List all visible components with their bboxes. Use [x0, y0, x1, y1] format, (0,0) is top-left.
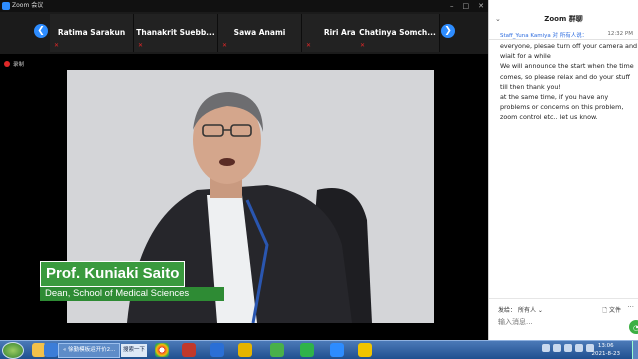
- network-icon[interactable]: [575, 344, 583, 352]
- recipient-select[interactable]: 所有人 ⌄: [518, 307, 543, 314]
- clock-date: 2021-8-23: [591, 351, 620, 357]
- speaker-title: Dean, School of Medical Sciences: [40, 287, 224, 301]
- zoom-titlebar: Zoom 会议 – □ ✕: [0, 0, 488, 12]
- chat-time: 12:32 PM: [607, 31, 633, 37]
- chat-sender: Staff_Yuna Kamiya 对 所有人说：: [500, 33, 588, 39]
- file-icon: 🗋: [602, 307, 608, 314]
- screen: Zoom 会议 – □ ✕ ❮ Ratima Sarakun ✕ Thanakr…: [0, 0, 638, 359]
- chat-message-meta: Staff_Yuna Kamiya 对 所有人说： 12:32 PM: [500, 31, 633, 39]
- file-label: 文件: [608, 307, 621, 314]
- mic-muted-icon: ✕: [222, 42, 228, 49]
- participant-tile[interactable]: Sawa Anami ✕: [218, 14, 302, 52]
- close-button[interactable]: ✕: [478, 0, 484, 12]
- media-player-icon[interactable]: [182, 343, 196, 357]
- participant-name: Thanakrit Suebb...: [136, 28, 215, 37]
- file-button[interactable]: 🗋 文件: [602, 305, 621, 316]
- chat-title: Zoom 群聊: [544, 15, 583, 23]
- chat-message-body: everyone, plesae turn off your camera an…: [500, 41, 638, 123]
- chat-line: till then thank you!: [500, 82, 561, 91]
- start-button[interactable]: [2, 342, 24, 359]
- app2-icon[interactable]: [358, 343, 372, 357]
- chat-footer: 发给： 所有人 ⌄ 🗋 文件 ···: [489, 298, 638, 340]
- browser-icon[interactable]: [44, 343, 58, 357]
- speaker-name: Prof. Kuniaki Saito: [40, 261, 186, 287]
- participant-name: Sawa Anami: [233, 28, 286, 37]
- mic-muted-icon: ✕: [54, 42, 60, 49]
- chat-input[interactable]: [498, 318, 618, 326]
- send-to-label: 发给：: [498, 307, 517, 314]
- recording-indicator[interactable]: 录制: [4, 60, 24, 68]
- record-icon: [4, 61, 10, 67]
- participant-name: Chatinya Somch...: [359, 28, 436, 37]
- participant-name: Ratima Sarakun: [57, 28, 126, 37]
- chevron-left-icon: ❮: [37, 26, 45, 36]
- taskbar-search[interactable]: 搜索一下: [121, 344, 147, 357]
- ie-icon[interactable]: [210, 343, 224, 357]
- window-title: Zoom 会议: [12, 2, 44, 9]
- system-tray: [542, 344, 594, 352]
- taskbar-task[interactable]: « 徐勤模板运开价2...: [58, 343, 120, 358]
- gallery-next-button[interactable]: ❯: [441, 24, 455, 38]
- participant-tile[interactable]: Thanakrit Suebb... ✕: [134, 14, 218, 52]
- chat-line: zoom control etc.. let us know.: [500, 113, 598, 122]
- gallery-prev-button[interactable]: ❮: [34, 24, 48, 38]
- chat-line: comes, so please relax and do your stuff: [500, 72, 630, 81]
- chat-line: at the same time, if you have any: [500, 93, 609, 102]
- tray-icon[interactable]: [564, 344, 572, 352]
- participant-tile[interactable]: Chatinya Somch... ✕: [356, 14, 440, 52]
- recording-label: 录制: [13, 62, 25, 68]
- chat-line: We will announce the start when the time: [500, 62, 634, 71]
- chrome-icon[interactable]: [155, 343, 169, 357]
- zoom-app-icon[interactable]: [330, 343, 344, 357]
- clock-time: 13:06: [597, 343, 614, 349]
- window-controls: – □ ✕: [450, 0, 484, 12]
- tray-icon[interactable]: [553, 344, 561, 352]
- clock[interactable]: 13:06 2021-8-23: [592, 342, 620, 358]
- app-icon[interactable]: [238, 343, 252, 357]
- participant-gallery: ❮ Ratima Sarakun ✕ Thanakrit Suebb... ✕ …: [0, 12, 488, 54]
- chevron-right-icon: ❯: [444, 26, 452, 36]
- mic-muted-icon: ✕: [306, 42, 312, 49]
- wechat-icon[interactable]: [300, 343, 314, 357]
- chat-panel: ⌄ Zoom 群聊 Staff_Yuna Kamiya 对 所有人说： 12:3…: [488, 0, 638, 340]
- 360-icon[interactable]: [270, 343, 284, 357]
- participant-tile[interactable]: Ratima Sarakun ✕: [50, 14, 134, 52]
- taskbar: « 徐勤模板运开价2... 搜索一下 13:06 2021-8-23: [0, 340, 638, 359]
- zoom-logo-icon: [2, 2, 10, 10]
- show-desktop-button[interactable]: [632, 341, 638, 359]
- tray-icon[interactable]: [542, 344, 550, 352]
- more-options-button[interactable]: ···: [627, 303, 634, 311]
- mic-muted-icon: ✕: [360, 42, 366, 49]
- mic-muted-icon: ✕: [138, 42, 144, 49]
- send-to: 发给： 所有人 ⌄: [498, 305, 543, 314]
- speaker-lower-third: Prof. Kuniaki Saito Dean, School of Medi…: [40, 261, 224, 301]
- maximize-button[interactable]: □: [463, 0, 470, 12]
- floating-assistant-icon[interactable]: ◔: [628, 319, 638, 335]
- chat-line: everyone, plesae turn off your camera an…: [500, 42, 638, 50]
- chat-line: problems or concerns on this problem,: [500, 103, 624, 112]
- minimize-button[interactable]: –: [450, 0, 454, 12]
- chat-line: wiait for a while: [500, 52, 551, 61]
